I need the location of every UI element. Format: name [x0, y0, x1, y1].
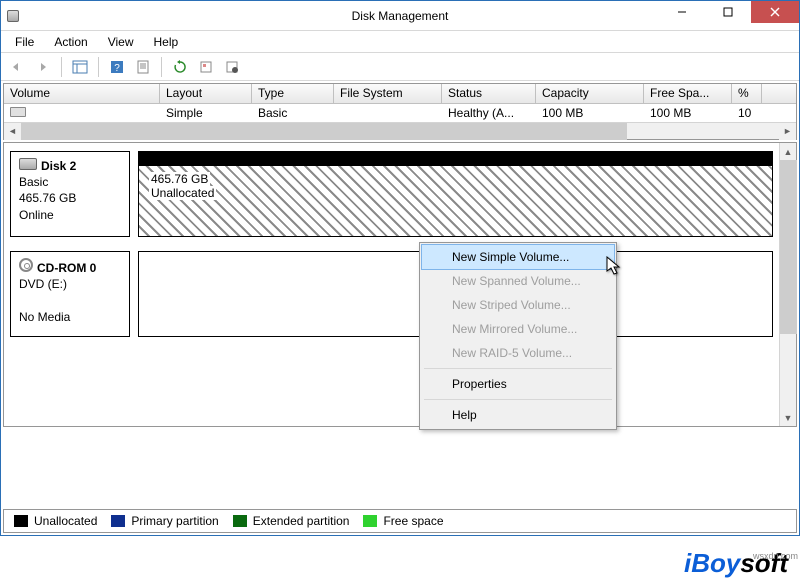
- legend: Unallocated Primary partition Extended par…: [3, 509, 797, 533]
- column-header[interactable]: %: [732, 84, 762, 103]
- legend-item: Extended partition: [233, 514, 350, 528]
- menu-bar: FileAction ViewHelp: [1, 31, 799, 53]
- column-header[interactable]: Volume: [4, 84, 160, 103]
- svg-text:?: ?: [114, 63, 120, 74]
- scroll-left-button[interactable]: ◄: [4, 123, 21, 140]
- disk-icon: [19, 158, 37, 170]
- volume-icon: [10, 107, 26, 117]
- menu-action[interactable]: Action: [46, 33, 95, 51]
- column-header[interactable]: Type: [252, 84, 334, 103]
- disk-row: Disk 2Basic465.76 GBOnline465.76 GBUnall…: [10, 151, 773, 237]
- close-button[interactable]: [751, 1, 799, 23]
- menu-view[interactable]: View: [100, 33, 142, 51]
- context-menu: New Simple Volume...New Spanned Volume..…: [419, 242, 617, 430]
- action-icon[interactable]: [194, 55, 218, 79]
- view-icon[interactable]: [68, 55, 92, 79]
- context-menu-item: New Mirrored Volume...: [422, 317, 614, 341]
- help-icon[interactable]: ?: [105, 55, 129, 79]
- disk-info[interactable]: CD-ROM 0DVD (E:)No Media: [10, 251, 130, 337]
- disk-management-window: Disk Management FileActionViewHelp ?: [0, 0, 800, 536]
- column-header[interactable]: Capacity: [536, 84, 644, 103]
- vertical-scrollbar[interactable]: ▲ ▼: [779, 143, 796, 426]
- context-menu-item: New Spanned Volume...: [422, 269, 614, 293]
- scroll-down-button[interactable]: ▼: [780, 409, 796, 426]
- settings-icon[interactable]: [220, 55, 244, 79]
- minimize-button[interactable]: [659, 1, 705, 23]
- scroll-right-button[interactable]: ►: [779, 123, 796, 140]
- disk-info[interactable]: Disk 2Basic465.76 GBOnline: [10, 151, 130, 237]
- legend-item: Free space: [363, 514, 443, 528]
- maximize-button[interactable]: [705, 1, 751, 23]
- menu-help[interactable]: Help: [146, 33, 187, 51]
- title-bar: Disk Management: [1, 1, 799, 31]
- window-title: Disk Management: [352, 9, 449, 23]
- context-menu-item[interactable]: Properties: [422, 372, 614, 396]
- column-headers: VolumeLayoutTypeFile SystemStatusCapacit…: [4, 84, 796, 104]
- context-menu-item[interactable]: New Simple Volume...: [422, 245, 614, 269]
- scroll-up-button[interactable]: ▲: [780, 143, 796, 160]
- column-header[interactable]: File System: [334, 84, 442, 103]
- scroll-thumb[interactable]: [21, 123, 627, 140]
- horizontal-scrollbar[interactable]: ◄ ►: [4, 122, 796, 139]
- disk-row: CD-ROM 0DVD (E:)No Media: [10, 251, 773, 337]
- legend-item: Unallocated: [14, 514, 97, 528]
- disk-graphical-view: Disk 2Basic465.76 GBOnline465.76 GBUnall…: [3, 142, 797, 427]
- context-menu-item: New RAID-5 Volume...: [422, 341, 614, 365]
- refresh-icon[interactable]: [168, 55, 192, 79]
- watermark-host: wsxdn.com: [753, 551, 798, 561]
- forward-button[interactable]: [31, 55, 55, 79]
- menu-separator: [424, 399, 612, 400]
- column-header[interactable]: Status: [442, 84, 536, 103]
- app-icon: [7, 8, 23, 24]
- back-button[interactable]: [5, 55, 29, 79]
- properties-icon[interactable]: [131, 55, 155, 79]
- volume-list: VolumeLayoutTypeFile SystemStatusCapacit…: [3, 83, 797, 140]
- menu-separator: [424, 368, 612, 369]
- legend-item: Primary partition: [111, 514, 218, 528]
- cd-icon: [19, 258, 33, 272]
- menu-file[interactable]: File: [7, 33, 42, 51]
- context-menu-item[interactable]: Help: [422, 403, 614, 427]
- toolbar: ?: [1, 53, 799, 81]
- scroll-thumb[interactable]: [780, 160, 797, 334]
- table-row[interactable]: SimpleBasicHealthy (A...100 MB100 MB10: [4, 104, 796, 122]
- context-menu-item: New Striped Volume...: [422, 293, 614, 317]
- column-header[interactable]: Free Spa...: [644, 84, 732, 103]
- disk-region[interactable]: 465.76 GBUnallocated: [138, 151, 773, 237]
- column-header[interactable]: Layout: [160, 84, 252, 103]
